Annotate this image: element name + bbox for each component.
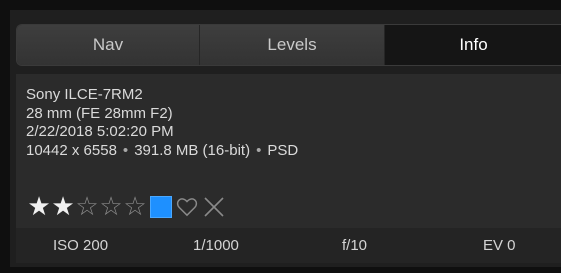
tab-info[interactable]: Info: [385, 25, 561, 65]
metadata-block: Sony ILCE-7RM2 28 mm (FE 28mm F2) 2/22/2…: [26, 86, 298, 160]
rating-star-4[interactable]: ☆: [99, 192, 123, 222]
rating-star-2[interactable]: ★: [51, 192, 75, 222]
info-panel: Nav Levels Info Sony ILCE-7RM2 28 mm (FE…: [10, 10, 561, 267]
file-size: 391.8 MB (16-bit): [134, 141, 251, 159]
shutter-speed: 1/1000: [193, 237, 239, 254]
color-label-swatch[interactable]: [150, 196, 172, 218]
tab-nav[interactable]: Nav: [17, 25, 200, 65]
x-icon[interactable]: [202, 195, 226, 219]
tab-levels[interactable]: Levels: [200, 25, 385, 65]
separator-dot: •: [122, 141, 129, 159]
file-format: PSD: [267, 141, 299, 159]
exposure-value: EV 0: [483, 237, 516, 254]
rating-star-1[interactable]: ★: [27, 192, 51, 222]
panel-tab-bar: Nav Levels Info: [16, 24, 561, 66]
separator-dot: •: [256, 141, 262, 159]
heart-outline-icon[interactable]: [176, 195, 198, 219]
rating-row: ★ ★ ☆ ☆ ☆: [27, 192, 226, 222]
exif-bar: ISO 200 1/1000 f/10 EV 0: [16, 228, 561, 263]
rating-star-5[interactable]: ☆: [123, 192, 147, 222]
aperture-value: f/10: [342, 237, 368, 254]
file-details: 10442 x 6558 • 391.8 MB (16-bit) • PSD: [26, 142, 298, 161]
rating-star-3[interactable]: ☆: [75, 192, 99, 222]
camera-model: Sony ILCE-7RM2: [26, 86, 143, 103]
lens-info: 28 mm (FE 28mm F2): [26, 104, 173, 122]
capture-datetime: 2/22/2018 5:02:20 PM: [26, 123, 174, 140]
image-dimensions: 10442 x 6558: [26, 141, 117, 159]
iso-value: ISO 200: [53, 237, 109, 254]
